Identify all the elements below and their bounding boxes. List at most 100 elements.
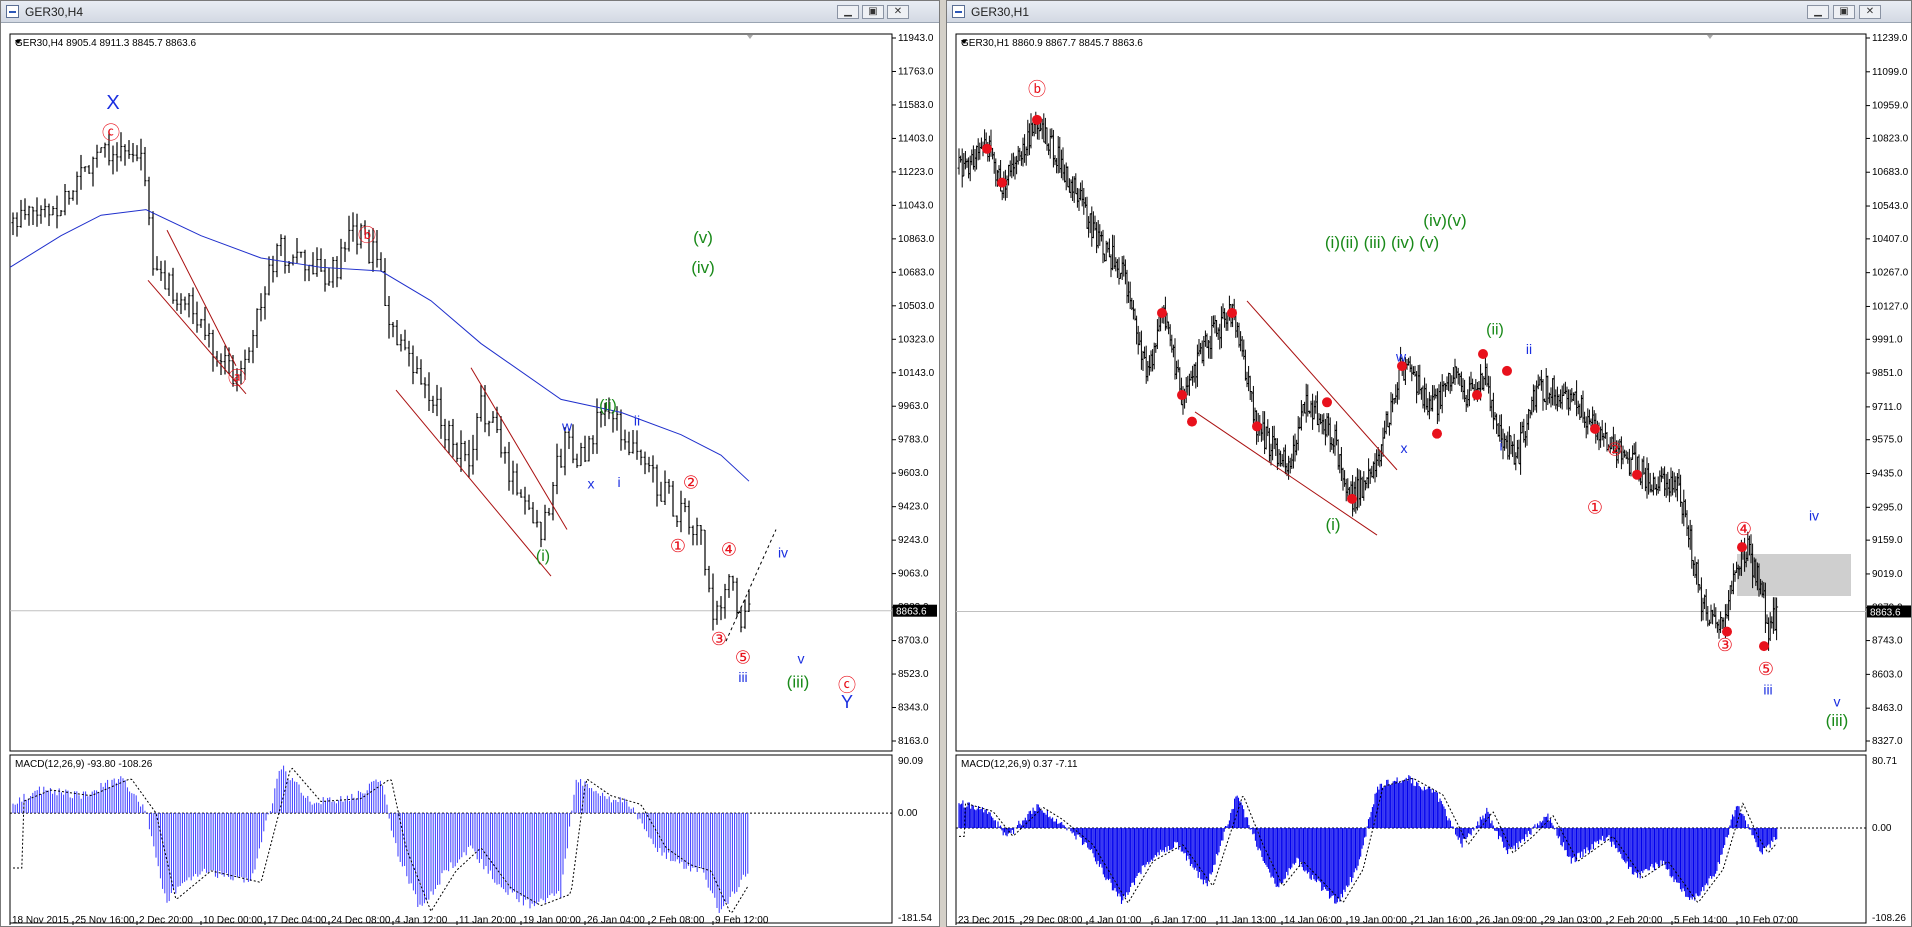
wave-label-five: ⑤ [735,647,751,667]
swing-point-marker [1502,365,1512,376]
time-tick-label: 17 Dec 04:00 [267,915,327,926]
swing-point-marker [982,143,992,154]
wave-label-c: ⓒ [102,123,120,143]
price-tick-label: 9991.0 [1872,334,1903,345]
price-tick-label: 10503.0 [898,301,935,312]
time-tick-label: 19 Jan 00:00 [523,915,581,926]
swing-point-marker [1227,307,1237,318]
price-tick-label: 8603.0 [1872,669,1903,680]
wave-label-green_row2: (iv)(v) [1423,211,1466,230]
time-tick-label: 18 Nov 2015 [12,915,69,926]
time-tick-label: 14 Jan 06:00 [1284,915,1342,926]
left-window-title: GER30,H4 [25,5,84,19]
macd-tick-label: 90.09 [898,756,923,767]
price-tick-label: 11239.0 [1872,33,1908,44]
price-tick-label: 9159.0 [1872,535,1903,546]
wave-label-four: ④ [721,540,737,560]
close-button[interactable]: ✕ [887,5,909,19]
swing-point-marker [1590,423,1600,434]
left-price-pane [9,33,893,752]
wave-label-two: ② [683,473,699,493]
right-window-title: GER30,H1 [971,5,1030,19]
price-tick-label: 8163.0 [898,736,929,747]
wave-label-iv_top: (iv) [691,258,715,277]
price-tick-label: 8343.0 [898,703,929,714]
price-tick-label: 11943.0 [898,33,934,44]
chart-window-icon [952,5,965,18]
wave-label-v_blue: v [798,650,805,666]
macd-tick-label: 80.71 [1872,756,1897,767]
wave-label-iv_blue: iv [778,544,788,560]
time-tick-label: 21 Jan 16:00 [1414,915,1472,926]
wave-label-ii_green: (ii) [1486,322,1504,339]
swing-point-marker [1177,390,1187,401]
price-tick-label: 9423.0 [898,502,929,513]
wave-label-two: ② [1607,439,1623,459]
swing-point-marker [1322,397,1332,408]
price-tick-label: 10543.0 [1872,201,1909,212]
price-tick-label: 10407.0 [1872,234,1909,245]
price-tick-label: 8463.0 [1872,703,1903,714]
right-titlebar[interactable]: GER30,H1 ▁ ▣ ✕ [947,1,1911,23]
wave-label-four: ④ [1736,519,1752,539]
wave-label-a: ⓐ [228,368,246,388]
time-tick-label: 4 Jan 01:00 [1089,915,1142,926]
swing-point-marker [1432,428,1442,439]
wave-label-x: x [588,476,595,492]
wave-label-ii_green: (ii) [599,398,617,415]
price-tick-label: 9295.0 [1872,502,1903,513]
close-button[interactable]: ✕ [1859,5,1881,19]
wave-label-iii_blue: iii [738,669,747,685]
time-tick-label: 2 Feb 08:00 [651,915,705,926]
swing-point-marker [1032,114,1042,125]
wave-label-five: ⑤ [1758,659,1774,679]
wave-label-ii_blue: ii [1526,341,1532,357]
left-info-text: GER30,H4 8905.4 8911.3 8845.7 8863.6 [15,38,197,49]
swing-point-marker [1157,307,1167,318]
swing-point-marker [1187,416,1197,427]
time-tick-label: 2 Feb 20:00 [1609,915,1663,926]
right-info-text: GER30,H1 8860.9 8867.7 8845.7 8863.6 [961,38,1143,49]
price-tick-label: 9575.0 [1872,435,1903,446]
wave-label-i_green: (i) [1325,515,1340,534]
price-tick-label: 10267.0 [1872,268,1909,279]
swing-point-marker [1472,390,1482,401]
price-tick-label: 10323.0 [898,334,935,345]
price-tick-label: 8523.0 [898,669,929,680]
right-chart[interactable]: GER30,H1 8860.9 8867.7 8845.7 8863.6 MAC… [947,23,1911,926]
price-tick-label: 9783.0 [898,435,929,446]
time-tick-label: 6 Jan 17:00 [1154,915,1207,926]
wave-label-three: ③ [711,629,727,649]
restore-button[interactable]: ▣ [862,5,884,19]
price-tick-label: 10683.0 [898,267,935,278]
price-tick-label: 11583.0 [898,100,934,111]
price-tick-label: 11043.0 [898,200,934,211]
time-tick-label: 25 Nov 16:00 [75,915,135,926]
minimize-button[interactable]: ▁ [1807,5,1829,19]
wave-label-one: ① [670,536,686,556]
price-tick-label: 11223.0 [898,167,934,178]
price-tick-label: 9851.0 [1872,368,1903,379]
price-tick-label: 10127.0 [1872,301,1909,312]
swing-point-marker [1252,421,1262,432]
wave-label-X: X [106,92,119,114]
current-price-label: 8863.6 [1870,607,1901,618]
left-chart[interactable]: GER30,H4 8905.4 8911.3 8845.7 8863.6 MAC… [1,23,939,926]
restore-button[interactable]: ▣ [1833,5,1855,19]
price-tick-label: 9243.0 [898,535,929,546]
wave-label-i_blue: i [617,474,620,490]
price-tick-label: 10863.0 [898,234,935,245]
swing-point-marker [1759,641,1769,652]
time-tick-label: 11 Jan 20:00 [459,915,517,926]
price-tick-label: 9063.0 [898,569,929,580]
minimize-button[interactable]: ▁ [837,5,859,19]
wave-label-v_top: (v) [693,228,713,247]
left-macd-title: MACD(12,26,9) -93.80 -108.26 [15,759,153,770]
left-titlebar[interactable]: GER30,H4 ▁ ▣ ✕ [1,1,939,23]
wave-label-one: ① [1587,497,1603,517]
right-macd-title: MACD(12,26,9) 0.37 -7.11 [961,759,1078,770]
macd-tick-label: -181.54 [898,913,932,924]
price-tick-label: 9435.0 [1872,469,1903,480]
price-tick-label: 8703.0 [898,636,929,647]
macd-tick-label: 0.00 [898,808,918,819]
